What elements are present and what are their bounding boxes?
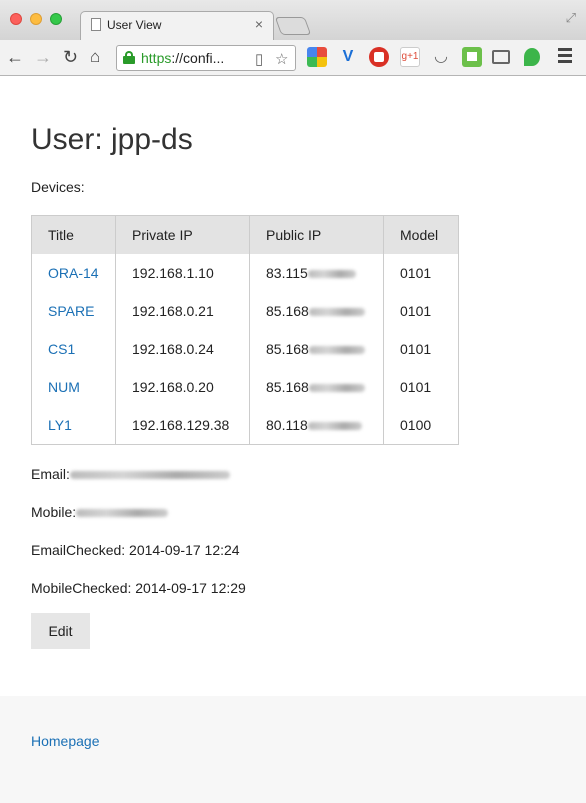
model-cell: 0100	[383, 406, 459, 445]
cast-icon[interactable]	[492, 50, 510, 64]
table-row: SPARE 192.168.0.21 85.168 0101	[31, 292, 459, 330]
column-header-private-ip: Private IP	[115, 215, 250, 254]
private-ip-cell: 192.168.129.38	[115, 406, 250, 445]
window-maximize-button[interactable]	[50, 13, 62, 25]
mobile-checked-text: MobileChecked: 2014-09-17 12:29	[31, 580, 246, 596]
reload-icon[interactable]: ↻	[63, 46, 78, 68]
redacted-blur	[308, 346, 365, 355]
redacted-blur	[308, 308, 365, 317]
model-cell: 0101	[383, 292, 459, 330]
redacted-blur	[308, 384, 365, 393]
back-arrow-icon[interactable]: ←	[6, 46, 24, 68]
devices-label: Devices:	[31, 179, 85, 195]
fullscreen-icon[interactable]: ⤢	[566, 10, 576, 26]
email-field: Email:	[31, 466, 230, 482]
private-ip-cell: 192.168.0.24	[115, 330, 250, 368]
table-header-row: Title Private IP Public IP Model	[31, 215, 459, 254]
browser-tab[interactable]: User View ×	[80, 11, 274, 40]
model-cell: 0101	[383, 254, 459, 292]
bookmark-star-icon[interactable]: ☆	[275, 50, 288, 68]
public-ip-cell: 85.168	[249, 292, 384, 330]
public-ip-cell: 80.118	[249, 406, 384, 445]
browser-titlebar: User View × ⤢	[0, 0, 586, 40]
mobile-field: Mobile:	[31, 504, 169, 520]
table-row: LY1 192.168.129.38 80.118 0100	[31, 406, 459, 445]
column-header-public-ip: Public IP	[249, 215, 384, 254]
redacted-email	[69, 471, 230, 480]
tab-title: User View	[107, 18, 162, 32]
pocket-icon[interactable]: ◡	[431, 47, 451, 67]
address-bar[interactable]: https://confi... ▯ ☆	[116, 45, 296, 71]
page-action-icon[interactable]: ▯	[255, 50, 263, 68]
forward-arrow-icon[interactable]: →	[34, 46, 52, 68]
mobile-label: Mobile:	[31, 504, 77, 520]
model-cell: 0101	[383, 368, 459, 406]
page-favicon-icon	[91, 18, 101, 31]
extension-v-icon[interactable]: V	[338, 47, 358, 67]
public-ip-cell: 83.115	[249, 254, 384, 292]
redacted-mobile	[76, 509, 169, 518]
extension-grid-icon[interactable]	[307, 47, 327, 67]
new-tab-button[interactable]	[274, 17, 312, 35]
column-header-title: Title	[31, 215, 116, 254]
model-cell: 0101	[383, 330, 459, 368]
private-ip-cell: 192.168.1.10	[115, 254, 250, 292]
devices-table: Title Private IP Public IP Model ORA-14 …	[31, 215, 459, 445]
tab-close-icon[interactable]: ×	[255, 16, 263, 32]
page-footer: Homepage	[0, 696, 586, 803]
google-plus-one-icon[interactable]: g+1	[400, 47, 420, 67]
private-ip-cell: 192.168.0.20	[115, 368, 250, 406]
redacted-blur	[307, 270, 356, 279]
window-close-button[interactable]	[10, 13, 22, 25]
column-header-model: Model	[383, 215, 459, 254]
public-ip-cell: 85.168	[249, 368, 384, 406]
table-row: CS1 192.168.0.24 85.168 0101	[31, 330, 459, 368]
evernote-leaf-icon[interactable]	[524, 48, 540, 66]
redacted-blur	[307, 422, 362, 431]
table-row: NUM 192.168.0.20 85.168 0101	[31, 368, 459, 406]
homepage-link[interactable]: Homepage	[31, 733, 100, 749]
private-ip-cell: 192.168.0.21	[115, 292, 250, 330]
print-friendly-icon[interactable]	[462, 47, 482, 67]
email-checked-text: EmailChecked: 2014-09-17 12:24	[31, 542, 240, 558]
url-text: https://confi...	[141, 50, 225, 66]
device-title-link[interactable]: CS1	[48, 341, 75, 357]
email-label: Email:	[31, 466, 70, 482]
device-title-link[interactable]: ORA-14	[48, 265, 99, 281]
window-minimize-button[interactable]	[30, 13, 42, 25]
table-row: ORA-14 192.168.1.10 83.115 0101	[31, 254, 459, 292]
edit-button[interactable]: Edit	[31, 613, 90, 649]
home-icon[interactable]: ⌂	[90, 46, 100, 68]
public-ip-cell: 85.168	[249, 330, 384, 368]
device-title-link[interactable]: NUM	[48, 379, 80, 395]
page-title: User: jpp-ds	[31, 123, 193, 156]
device-title-link[interactable]: LY1	[48, 417, 72, 433]
browser-menu-icon[interactable]	[558, 48, 572, 66]
device-title-link[interactable]: SPARE	[48, 303, 94, 319]
lock-icon	[123, 51, 135, 64]
browser-toolbar: ← → ↻ ⌂ https://confi... ▯ ☆ V g+1 ◡	[0, 40, 586, 76]
extension-stop-icon[interactable]	[369, 47, 389, 67]
